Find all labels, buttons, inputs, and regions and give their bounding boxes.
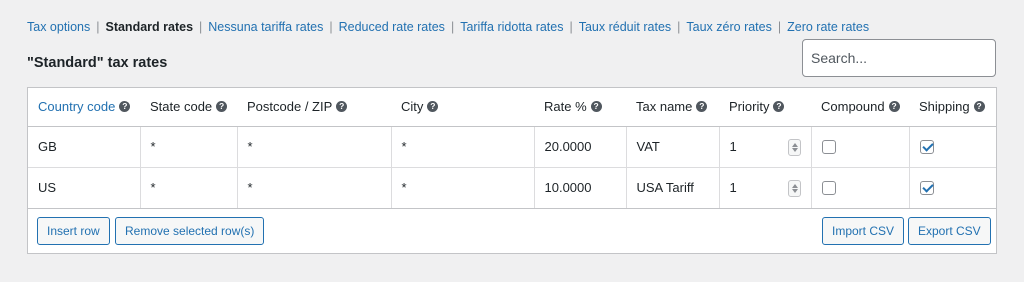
shipping-cell <box>909 126 996 168</box>
tab-standard-rates[interactable]: Standard rates <box>105 20 193 34</box>
help-icon[interactable]: ? <box>590 101 602 113</box>
country-cell[interactable]: US <box>28 167 141 209</box>
tab-zero-rate[interactable]: Zero rate rates <box>787 20 869 34</box>
column-header-rate: Rate %? <box>534 88 626 127</box>
postcode-cell[interactable]: * <box>237 126 392 168</box>
table-row[interactable]: GB * * * 20.0000 VAT 1 <box>28 126 996 168</box>
column-label: Postcode / ZIP <box>247 99 333 115</box>
priority-cell[interactable]: 1 <box>719 167 812 209</box>
postcode-cell[interactable]: * <box>237 167 392 209</box>
column-label: Shipping <box>919 99 970 115</box>
priority-value[interactable]: 1 <box>730 139 737 154</box>
column-label: Priority <box>729 99 770 115</box>
compound-cell <box>811 167 910 209</box>
separator: | <box>677 20 681 34</box>
separator: | <box>199 20 203 34</box>
tab-tax-options[interactable]: Tax options <box>27 20 90 34</box>
column-label: Rate % <box>544 99 587 115</box>
city-cell[interactable]: * <box>391 167 535 209</box>
city-cell[interactable]: * <box>391 126 535 168</box>
shipping-cell <box>909 167 996 209</box>
separator: | <box>96 20 100 34</box>
table-row[interactable]: US * * * 10.0000 USA Tariff 1 <box>28 167 996 209</box>
column-label: City <box>401 99 424 115</box>
tax-name-cell[interactable]: USA Tariff <box>626 167 720 209</box>
help-icon[interactable]: ? <box>216 101 228 113</box>
help-icon[interactable]: ? <box>119 101 131 113</box>
search-input[interactable] <box>802 39 996 77</box>
import-csv-button[interactable]: Import CSV <box>822 217 905 245</box>
help-icon[interactable]: ? <box>336 101 348 113</box>
tax-name-cell[interactable]: VAT <box>626 126 720 168</box>
insert-row-button[interactable]: Insert row <box>37 217 110 245</box>
tab-taux-reduit[interactable]: Taux réduit rates <box>579 20 671 34</box>
state-cell[interactable]: * <box>140 126 238 168</box>
remove-selected-rows-button[interactable]: Remove selected row(s) <box>115 217 265 245</box>
column-label: Country code <box>38 99 116 115</box>
compound-checkbox[interactable] <box>821 181 836 196</box>
export-csv-button[interactable]: Export CSV <box>908 217 991 245</box>
help-icon[interactable]: ? <box>973 101 985 113</box>
separator: | <box>777 20 782 34</box>
help-icon[interactable]: ? <box>696 101 708 113</box>
column-label: Compound <box>821 99 885 115</box>
separator: | <box>569 20 573 34</box>
help-icon[interactable]: ? <box>888 101 900 113</box>
column-header-state-code: State code? <box>140 88 237 127</box>
compound-checkbox[interactable] <box>821 140 836 155</box>
tab-nessuna-tariffa[interactable]: Nessuna tariffa rates <box>208 20 323 34</box>
column-header-priority: Priority? <box>719 88 811 127</box>
page-title: "Standard" tax rates <box>27 55 168 71</box>
priority-value[interactable]: 1 <box>730 180 737 195</box>
table-header-row: Country code? State code? Postcode / ZIP… <box>28 88 996 127</box>
column-header-tax-name: Tax name? <box>626 88 719 127</box>
column-label: Tax name <box>636 99 693 115</box>
priority-cell[interactable]: 1 <box>719 126 812 168</box>
column-header-compound: Compound? <box>811 88 909 127</box>
column-header-shipping: Shipping? <box>909 88 996 127</box>
tab-reduced-rate[interactable]: Reduced rate rates <box>339 20 445 34</box>
number-spinner-icon[interactable] <box>787 179 801 197</box>
separator: | <box>329 20 333 34</box>
column-label: State code <box>150 99 213 115</box>
column-header-postcode: Postcode / ZIP? <box>237 88 391 127</box>
column-header-city: City? <box>391 88 534 127</box>
rate-cell[interactable]: 10.0000 <box>534 167 627 209</box>
column-header-country-code[interactable]: Country code? <box>28 88 140 127</box>
tax-tabs-nav: Tax options | Standard rates | Nessuna tarif… <box>27 20 869 34</box>
table-footer: Insert row Remove selected row(s) Import… <box>28 209 996 253</box>
tax-rates-table: Country code? State code? Postcode / ZIP… <box>27 87 997 254</box>
rate-cell[interactable]: 20.0000 <box>534 126 627 168</box>
shipping-checkbox[interactable] <box>919 181 934 196</box>
tab-tariffa-ridotta[interactable]: Tariffa ridotta rates <box>460 20 563 34</box>
shipping-checkbox[interactable] <box>919 140 934 155</box>
tab-taux-zero[interactable]: Taux zéro rates <box>686 20 771 34</box>
help-icon[interactable]: ? <box>773 101 785 113</box>
state-cell[interactable]: * <box>140 167 238 209</box>
number-spinner-icon[interactable] <box>787 138 801 156</box>
separator: | <box>450 20 455 34</box>
country-cell[interactable]: GB <box>28 126 141 168</box>
help-icon[interactable]: ? <box>427 101 439 113</box>
compound-cell <box>811 126 910 168</box>
